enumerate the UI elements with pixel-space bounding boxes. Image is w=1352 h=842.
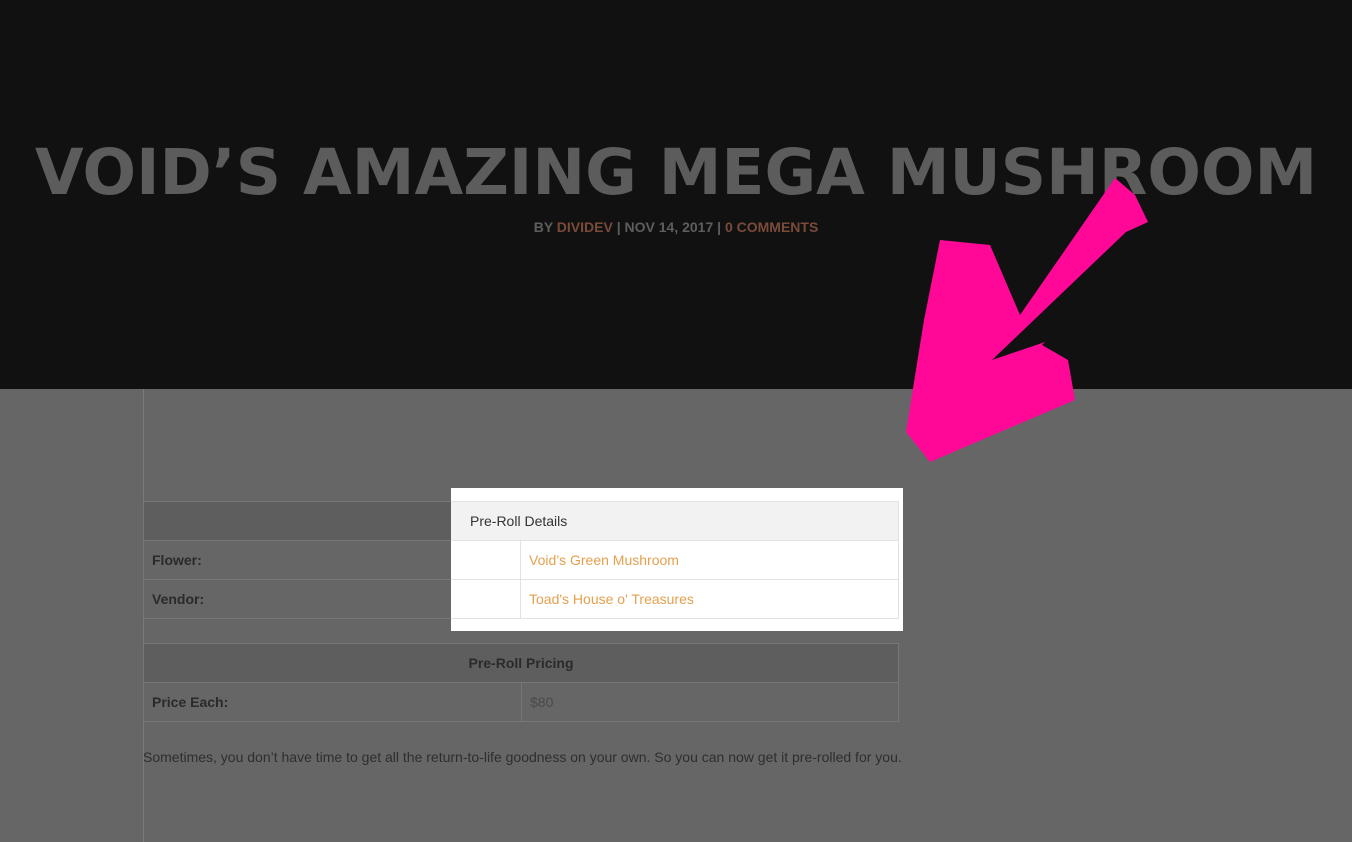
row-label: Price Each: <box>143 682 522 722</box>
table-header: Pre-Roll Pricing <box>143 643 899 683</box>
annotation-arrow-icon <box>906 178 1148 462</box>
table-header: Pre-Roll Details <box>451 501 899 541</box>
table-row: Price Each: $80 <box>143 682 899 722</box>
highlighted-details: Pre-Roll Details Void’s Green Mushroom T… <box>451 488 903 631</box>
table-row: Void’s Green Mushroom <box>451 540 899 580</box>
meta-separator: | <box>717 219 722 235</box>
table-header-row: Pre-Roll Details <box>451 501 899 541</box>
row-value: $80 <box>521 682 899 722</box>
post-date: NOV 14, 2017 <box>624 219 714 235</box>
author-link[interactable]: DIVIDEV <box>557 219 613 235</box>
flower-link[interactable]: Void’s Green Mushroom <box>520 540 899 580</box>
meta-separator: | <box>616 219 621 235</box>
comments-link[interactable]: 0 COMMENTS <box>725 219 818 235</box>
blank-cell <box>451 540 521 580</box>
post-excerpt: Sometimes, you don’t have time to get al… <box>143 749 902 765</box>
table-header-row: Pre-Roll Pricing <box>143 643 899 683</box>
table-row: Toad's House o' Treasures <box>451 579 899 619</box>
meta-by: BY <box>533 219 553 235</box>
pricing-table: Pre-Roll Pricing Price Each: $80 <box>143 643 899 722</box>
details-highlight-table: Pre-Roll Details Void’s Green Mushroom T… <box>451 501 899 619</box>
vendor-link[interactable]: Toad's House o' Treasures <box>520 579 899 619</box>
blank-cell <box>451 579 521 619</box>
